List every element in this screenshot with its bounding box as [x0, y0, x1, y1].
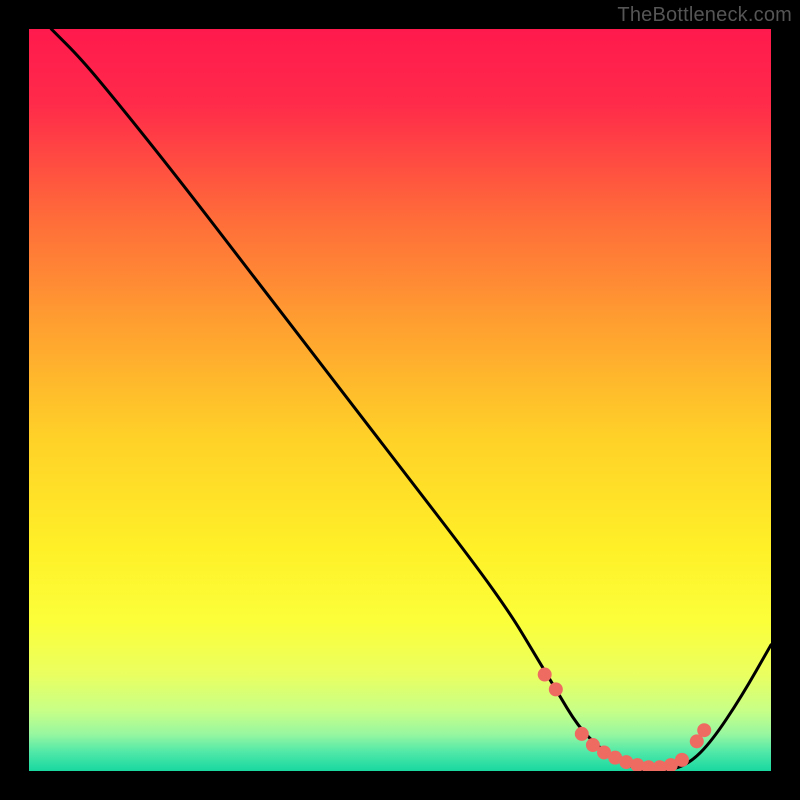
marker-dot	[698, 724, 711, 737]
marker-dot	[538, 668, 551, 681]
curve-layer	[29, 29, 771, 771]
watermark-text: TheBottleneck.com	[617, 4, 792, 27]
plot-area	[29, 29, 771, 771]
marker-dot	[549, 683, 562, 696]
highlight-dots	[538, 668, 711, 771]
chart-frame: TheBottleneck.com	[0, 0, 800, 800]
marker-dot	[690, 735, 703, 748]
marker-dot	[575, 727, 588, 740]
marker-dot	[675, 753, 688, 766]
marker-dot	[586, 739, 599, 752]
bottleneck-curve	[51, 29, 771, 771]
